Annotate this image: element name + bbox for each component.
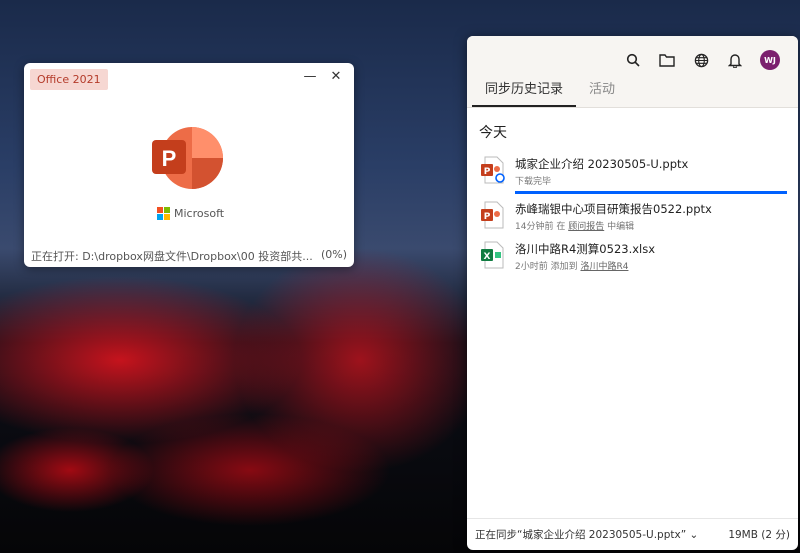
file-row[interactable]: P 赤峰瑞银中心项目研策报告0522.pptx 14分钟前 在 顾问报告 中编辑 xyxy=(481,201,786,232)
pptx-file-icon: P xyxy=(481,156,505,184)
folder-link[interactable]: 洛川中路R4 xyxy=(580,262,628,272)
xlsx-file-icon: X xyxy=(481,241,505,269)
user-avatar[interactable]: WJ xyxy=(760,50,780,70)
sync-footer: 正在同步“城家企业介绍 20230505-U.pptx” ⌄ 19MB (2 分… xyxy=(467,518,798,550)
office-version-badge: Office 2021 xyxy=(30,69,108,90)
opening-path: 正在打开: D:\dropbox网盘文件\Dropbox\00 投资部共... xyxy=(31,250,313,263)
chevron-down-icon: ⌄ xyxy=(689,529,699,541)
sync-size: 19MB (2 分) xyxy=(728,529,790,541)
file-row[interactable]: X 洛川中路R4测算0523.xlsx 2小时前 添加到 洛川中路R4 xyxy=(481,241,786,272)
svg-text:P: P xyxy=(484,212,491,222)
file-status: 下载完毕 xyxy=(515,177,552,187)
microsoft-grid-icon xyxy=(157,207,170,220)
download-progress-bar xyxy=(515,191,787,194)
section-today: 今天 xyxy=(479,125,507,141)
dropbox-panel: WJ 同步历史记录 活动 今天 P 城家企业介绍 20230505-U.pptx… xyxy=(467,36,798,550)
bell-icon[interactable] xyxy=(726,51,744,69)
folder-icon[interactable] xyxy=(658,51,676,69)
file-row[interactable]: P 城家企业介绍 20230505-U.pptx 下载完毕 xyxy=(481,156,787,194)
svg-text:X: X xyxy=(484,252,491,262)
svg-text:P: P xyxy=(162,146,177,171)
folder-link[interactable]: 顾问报告 xyxy=(568,222,604,232)
tab-sync-history[interactable]: 同步历史记录 xyxy=(472,78,577,107)
file-name: 城家企业介绍 20230505-U.pptx xyxy=(515,157,689,171)
minimize-button[interactable]: — xyxy=(300,69,320,84)
sync-status-text: 正在同步“城家企业介绍 20230505-U.pptx” xyxy=(475,529,687,541)
search-icon[interactable] xyxy=(624,51,642,69)
file-time: 14分钟前 在 xyxy=(515,222,566,232)
close-button[interactable]: ✕ xyxy=(326,69,346,84)
powerpoint-logo-icon: P xyxy=(152,127,223,189)
file-action: 中编辑 xyxy=(607,222,635,232)
opening-status: 正在打开: D:\dropbox网盘文件\Dropbox\00 投资部共... … xyxy=(31,248,347,264)
file-name: 赤峰瑞银中心项目研策报告0522.pptx xyxy=(515,202,712,216)
opening-percent: (0%) xyxy=(320,248,347,261)
file-name: 洛川中路R4测算0523.xlsx xyxy=(515,242,656,256)
panel-header: WJ 同步历史记录 活动 xyxy=(467,36,798,108)
pptx-file-icon: P xyxy=(481,201,505,229)
globe-icon[interactable] xyxy=(692,51,710,69)
office-splash-window: Office 2021 — ✕ P Microsoft 正在打开: D:\dro… xyxy=(24,63,354,267)
sync-status-dropdown[interactable]: 正在同步“城家企业介绍 20230505-U.pptx” ⌄ xyxy=(475,527,698,542)
tab-activity[interactable]: 活动 xyxy=(576,78,628,107)
svg-text:P: P xyxy=(484,167,491,177)
file-time: 2小时前 添加到 xyxy=(515,262,578,272)
microsoft-label: Microsoft xyxy=(174,207,225,220)
microsoft-logo: Microsoft xyxy=(157,207,224,220)
